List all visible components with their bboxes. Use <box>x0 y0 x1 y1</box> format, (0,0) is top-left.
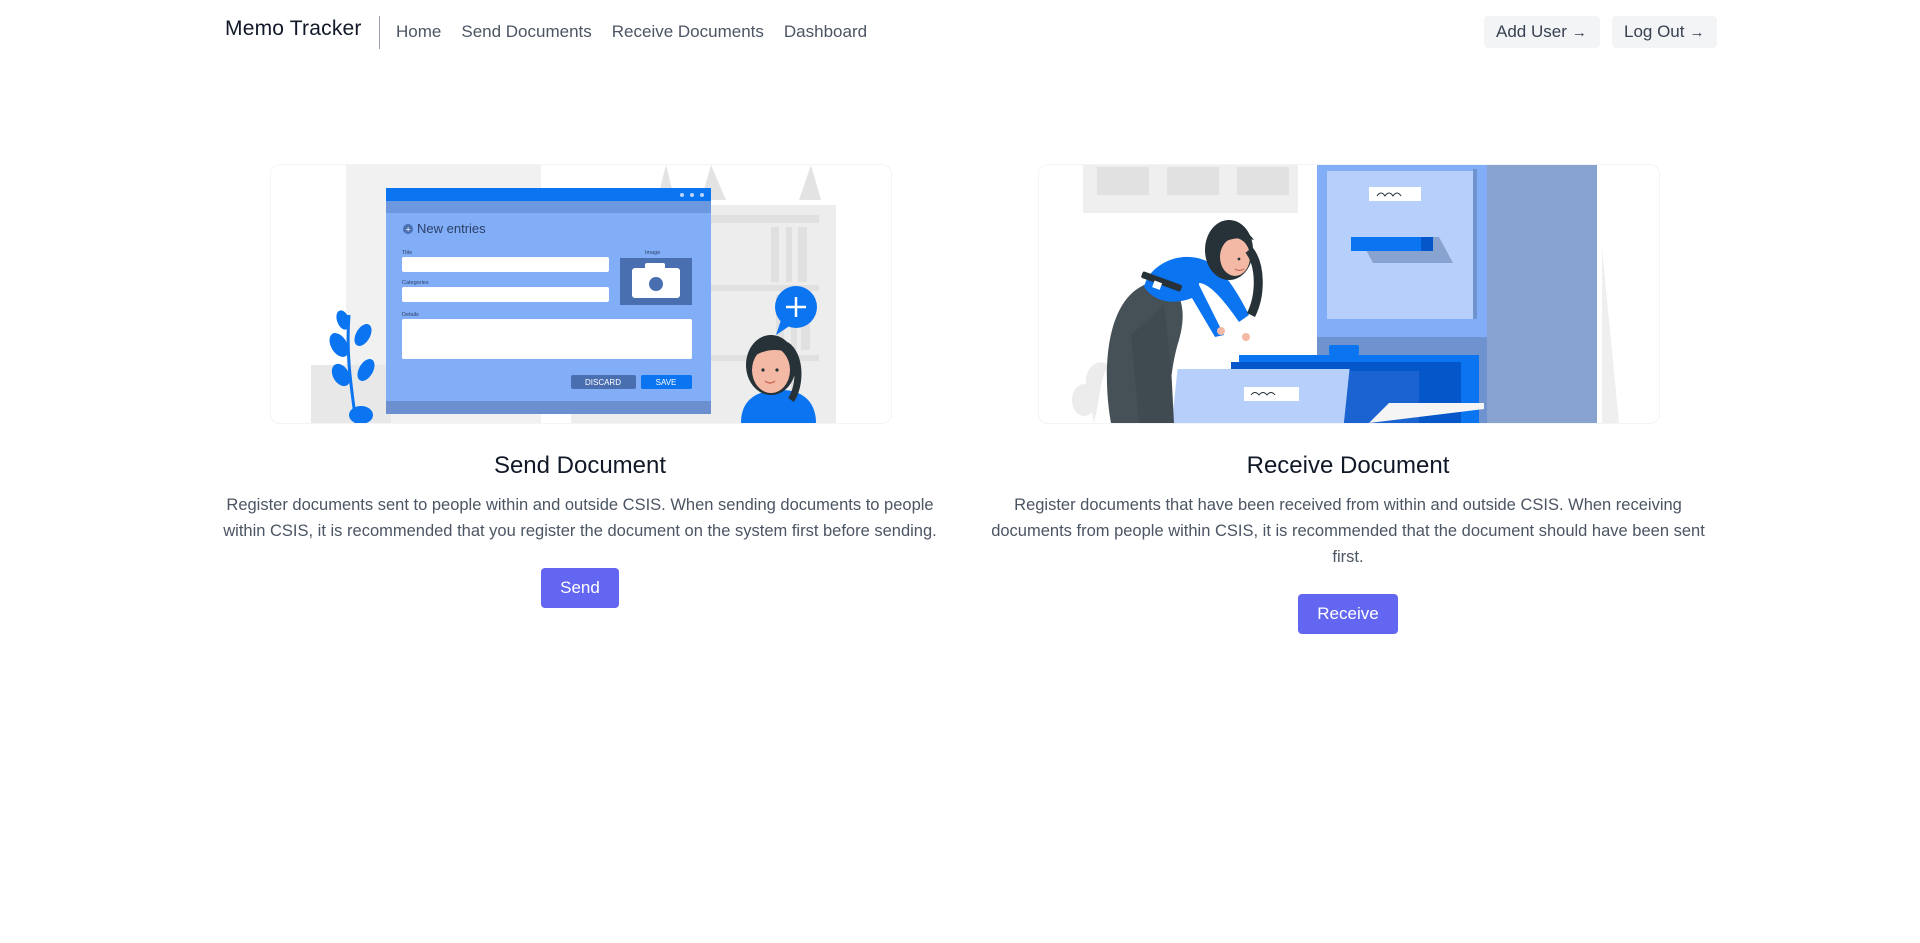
add-user-label: Add User <box>1496 22 1567 41</box>
receive-document-card: Receive Document Register documents that… <box>991 164 1705 634</box>
top-navbar: Memo Tracker Home Send Documents Receive… <box>0 0 1920 64</box>
receive-illustration <box>1038 164 1660 424</box>
illus-heading: New entries <box>417 221 486 236</box>
arrow-right-icon: → <box>1571 23 1587 41</box>
illus-discard: DISCARD <box>585 378 621 387</box>
receive-card-title: Receive Document <box>1246 452 1450 479</box>
illus-save: SAVE <box>656 378 677 387</box>
add-user-button[interactable]: Add User → <box>1484 16 1600 48</box>
send-illustration: + New entries Title Categories Image Det… <box>270 164 892 424</box>
illus-image-label: Image <box>645 250 660 256</box>
nav-home[interactable]: Home <box>396 20 441 44</box>
nav-dashboard[interactable]: Dashboard <box>784 20 867 44</box>
send-document-card: + New entries Title Categories Image Det… <box>223 164 937 608</box>
send-card-description: Register documents sent to people within… <box>223 496 937 540</box>
illus-categories-label: Categories <box>402 280 429 286</box>
receive-button[interactable]: Receive <box>1298 594 1398 634</box>
svg-text:+: + <box>406 225 411 235</box>
receive-card-description: Register documents that have been receiv… <box>991 496 1705 566</box>
app-brand[interactable]: Memo Tracker <box>225 17 362 41</box>
illus-title-label: Title <box>402 250 412 256</box>
log-out-label: Log Out <box>1624 22 1685 41</box>
illus-details-label: Details <box>402 312 419 318</box>
log-out-button[interactable]: Log Out → <box>1612 16 1717 48</box>
arrow-right-icon: → <box>1689 23 1705 41</box>
brand-divider <box>379 16 380 49</box>
send-card-title: Send Document <box>493 452 667 479</box>
main-nav: Home Send Documents Receive Documents Da… <box>396 20 867 44</box>
nav-send-documents[interactable]: Send Documents <box>461 20 591 44</box>
nav-receive-documents[interactable]: Receive Documents <box>612 20 764 44</box>
send-button[interactable]: Send <box>541 568 619 608</box>
